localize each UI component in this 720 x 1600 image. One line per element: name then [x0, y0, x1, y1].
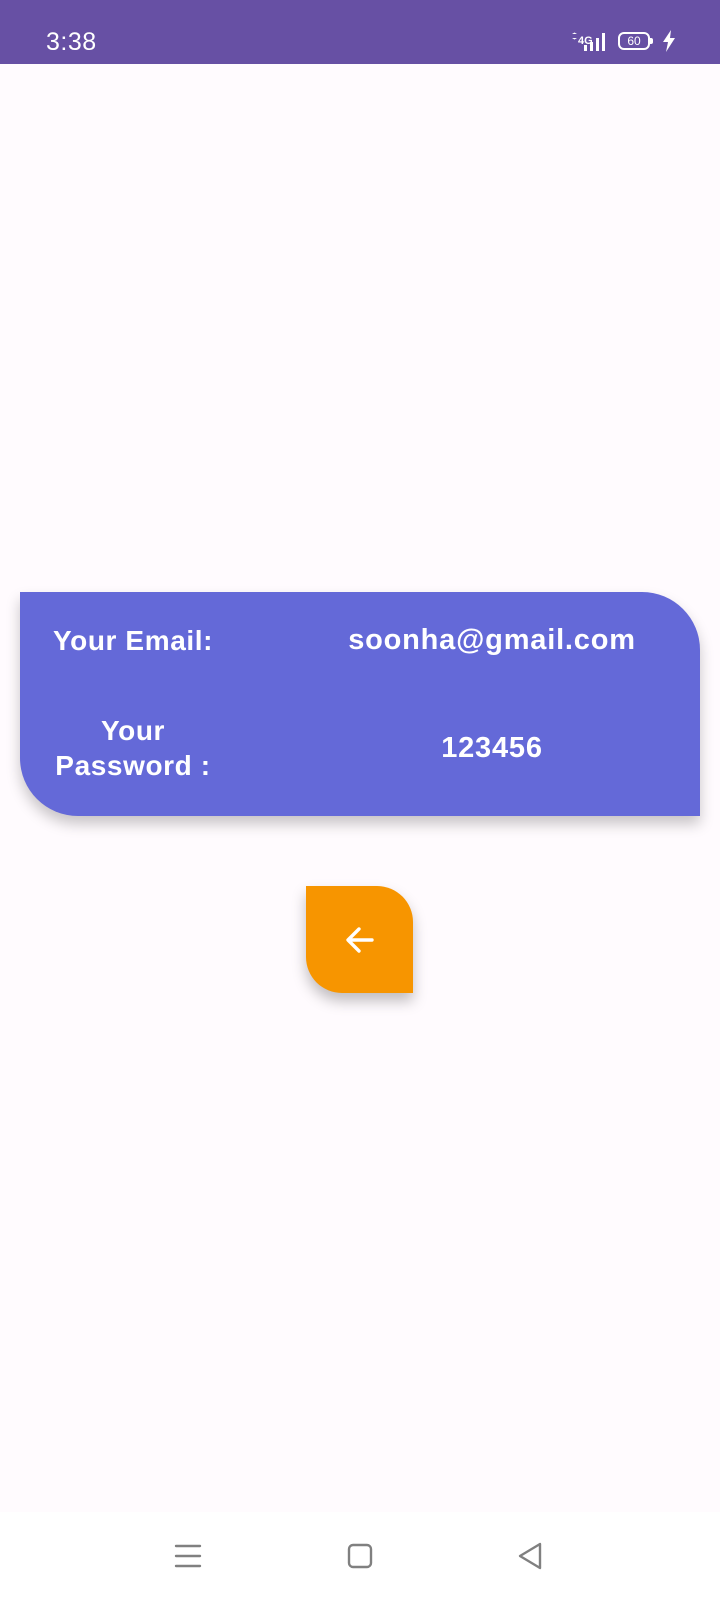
back-button[interactable] — [306, 886, 413, 993]
battery-level: 60 — [627, 34, 641, 48]
back-triangle-icon — [516, 1541, 544, 1571]
menu-icon — [174, 1543, 202, 1569]
password-label: Your Password : — [20, 713, 246, 783]
home-square-icon — [346, 1542, 374, 1570]
email-label: Your Email: — [52, 624, 214, 656]
charging-icon — [662, 30, 676, 52]
battery-icon: 60 — [618, 32, 653, 50]
password-label-line2: Password : — [55, 750, 211, 781]
password-row: Your Password : 123456 — [20, 710, 700, 786]
status-icons: 4G 60 — [570, 30, 676, 52]
status-bar: 3:38 4G 60 — [0, 0, 720, 64]
email-value: soonha@gmail.com — [348, 623, 636, 656]
recent-apps-button[interactable] — [158, 1532, 218, 1580]
password-value: 123456 — [441, 731, 543, 764]
home-button[interactable] — [330, 1532, 390, 1580]
system-nav-bar — [0, 1512, 720, 1600]
email-row: Your Email: soonha@gmail.com — [20, 612, 700, 668]
password-label-line1: Your — [100, 715, 166, 746]
status-time: 3:38 — [46, 28, 97, 56]
arrow-left-icon — [342, 922, 378, 958]
credentials-card: Your Email: soonha@gmail.com Your Passwo… — [20, 592, 700, 816]
back-nav-button[interactable] — [500, 1532, 560, 1580]
signal-icon: 4G — [570, 31, 608, 51]
